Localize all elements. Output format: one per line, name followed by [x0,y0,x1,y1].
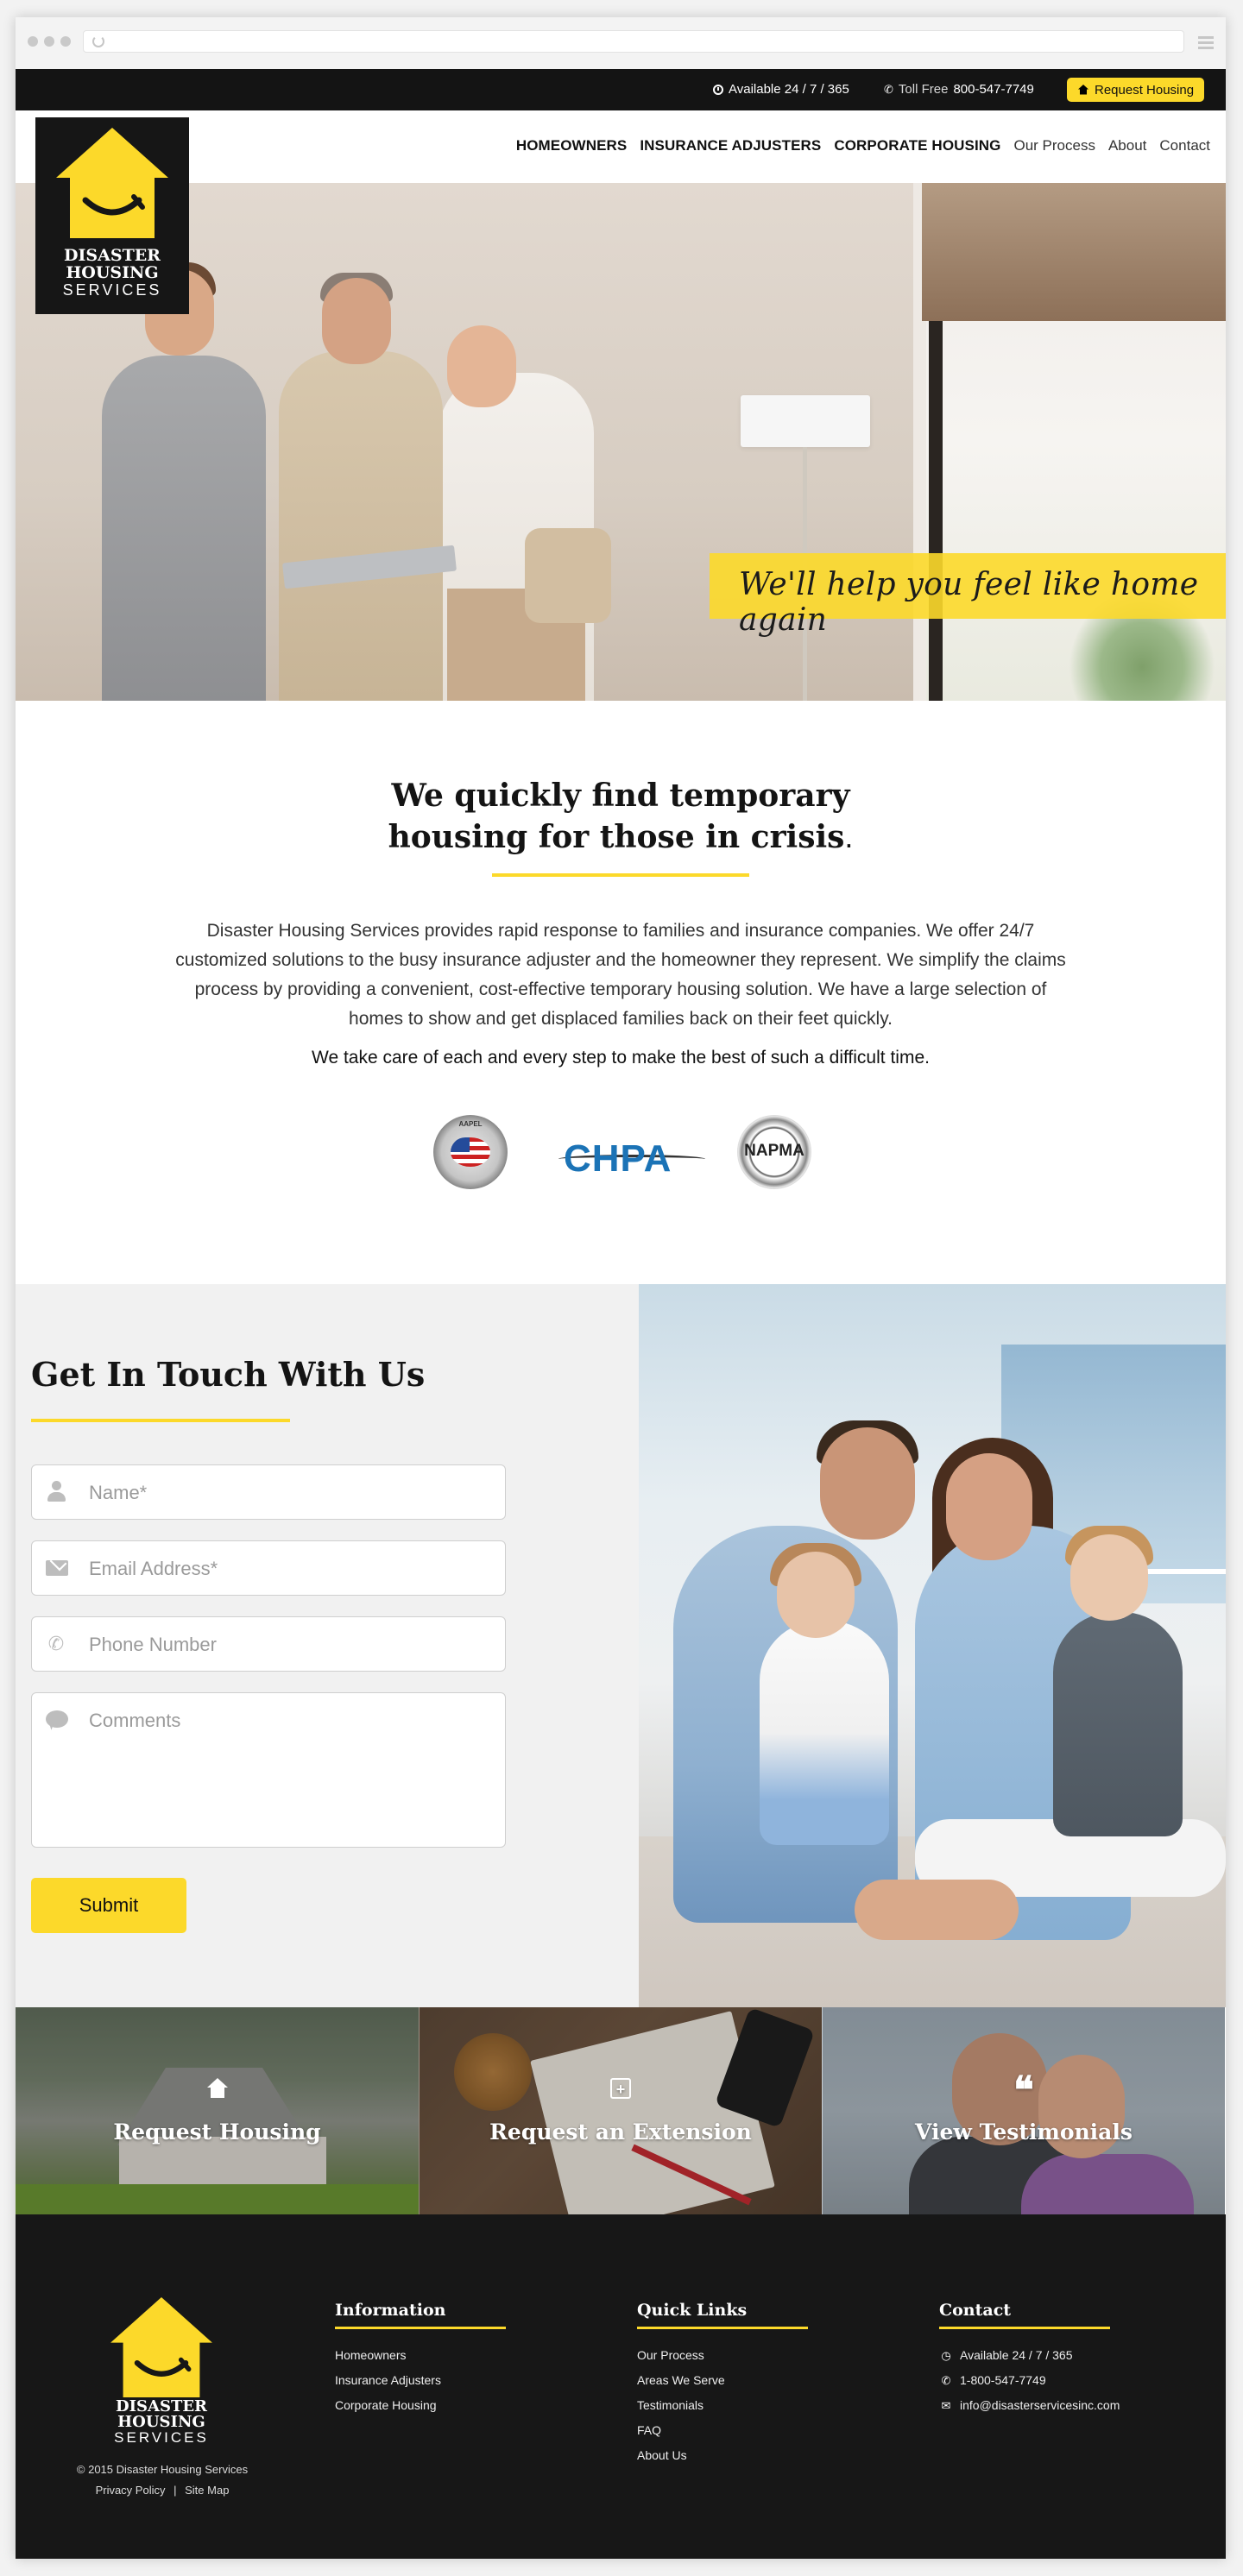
footer-logo-text: DISASTER HOUSING SERVICES [114,2397,209,2446]
phone-icon: ✆ [47,1633,65,1654]
site-logo[interactable]: DISASTER HOUSING SERVICES [35,117,189,314]
nav-about[interactable]: About [1108,137,1146,154]
phone-field[interactable]: ✆ Phone Number [31,1616,506,1672]
clock-icon: ◷ [941,2349,951,2362]
footer-quick-links: Quick Links Our Process Areas We Serve T… [637,2301,808,2468]
email-field[interactable]: Email Address* [31,1540,506,1596]
footer-link-faq[interactable]: FAQ [637,2418,808,2443]
hero-banner: We'll help you feel like home again [16,183,1226,701]
browser-chrome [16,17,1226,69]
name-field[interactable]: Name* [31,1464,506,1520]
footer-information: Information Homeowners Insurance Adjuste… [335,2301,506,2418]
aapel-badge: AAPEL [433,1115,508,1189]
comment-icon [46,1710,68,1728]
intro-heading: We quickly find temporary housing for th… [388,778,854,855]
nav-corporate-housing[interactable]: CORPORATE HOUSING [834,137,1000,154]
footer-link-insurance-adjusters[interactable]: Insurance Adjusters [335,2368,506,2393]
envelope-icon [46,1560,68,1576]
site-footer: DISASTER HOUSING SERVICES © 2015 Disaste… [16,2214,1226,2559]
home-icon [1078,85,1089,95]
main-nav: HOMEOWNERS INSURANCE ADJUSTERS CORPORATE… [516,137,1210,154]
availability-info: Available 24 / 7 / 365 [713,82,849,97]
affiliation-badges: AAPEL CHPA NAPMA [16,1115,1226,1193]
footer-link-our-process[interactable]: Our Process [637,2343,808,2368]
contact-underline [31,1419,290,1422]
nav-our-process[interactable]: Our Process [1013,137,1095,154]
contact-section: Get In Touch With Us Name* Email Address… [16,1284,639,2007]
footer-link-testimonials[interactable]: Testimonials [637,2393,808,2418]
hero-tagline: We'll help you feel like home again [710,553,1226,638]
family-photo [639,1284,1226,2007]
request-extension-tile[interactable]: Request an Extension [419,2007,822,2214]
top-bar: Available 24 / 7 / 365 ✆ Toll Free 800-5… [16,69,1226,110]
submit-button[interactable]: Submit [31,1878,186,1933]
footer-link-corporate-housing[interactable]: Corporate Housing [335,2393,506,2418]
reload-icon[interactable] [92,35,104,47]
napma-badge: NAPMA [737,1115,811,1189]
site-header: HOMEOWNERS INSURANCE ADJUSTERS CORPORATE… [16,110,1226,183]
nav-homeowners[interactable]: HOMEOWNERS [516,137,628,154]
footer-availability: ◷ Available 24 / 7 / 365 [939,2343,1120,2368]
agent-person [102,356,266,701]
phone-icon: ✆ [884,82,893,96]
footer-link-about-us[interactable]: About Us [637,2443,808,2468]
calendar-plus-icon [610,2078,631,2099]
menu-icon[interactable] [1198,36,1214,52]
view-testimonials-tile[interactable]: ❝ View Testimonials [822,2007,1225,2214]
footer-link-areas-we-serve[interactable]: Areas We Serve [637,2368,808,2393]
intro-description: Disaster Housing Services provides rapid… [175,921,1066,1029]
man-person [279,351,443,701]
house-smile-icon [56,128,168,238]
footer-phone[interactable]: ✆ 1-800-547-7749 [939,2368,1120,2393]
request-housing-tile[interactable]: Request Housing [16,2007,419,2214]
privacy-policy-link[interactable]: Privacy Policy [96,2484,166,2497]
user-icon [47,1481,66,1502]
quote-icon: ❝ [1013,2069,1034,2113]
browser-window: Available 24 / 7 / 365 ✆ Toll Free 800-5… [16,17,1226,2559]
window-blind [922,183,1226,321]
cta-tiles: Request Housing Request an Extension ❝ V… [16,2007,1226,2214]
footer-email[interactable]: ✉ info@disasterservicesinc.com [939,2393,1120,2418]
toll-free-phone[interactable]: ✆ Toll Free 800-547-7749 [884,82,1034,97]
site-map-link[interactable]: Site Map [185,2484,229,2497]
phone-icon: ✆ [941,2374,951,2387]
envelope-icon: ✉ [941,2399,951,2412]
footer-contact: Contact ◷ Available 24 / 7 / 365 ✆ 1-800… [939,2301,1120,2418]
nav-insurance-adjusters[interactable]: INSURANCE ADJUSTERS [640,137,821,154]
address-bar[interactable] [83,30,1184,53]
home-icon [206,2078,229,2099]
heading-underline [492,873,749,877]
us-flag-icon [451,1137,490,1167]
footer-link-homeowners[interactable]: Homeowners [335,2343,506,2368]
clock-icon [713,84,723,95]
footer-logo-icon[interactable] [110,2297,212,2397]
intro-emphasis: We take care of each and every step to m… [312,1048,930,1068]
copyright: © 2015 Disaster Housing Services Privacy… [76,2463,249,2497]
request-housing-button[interactable]: Request Housing [1067,78,1205,102]
contact-title: Get In Touch With Us [31,1355,426,1394]
window-controls[interactable] [28,36,71,47]
intro-section: We quickly find temporary housing for th… [16,701,1226,1284]
chpa-logo: CHPA [558,1132,705,1180]
comments-field[interactable]: Comments [31,1692,506,1848]
nav-contact[interactable]: Contact [1159,137,1210,154]
floor-lamp [741,395,870,447]
logo-text: DISASTER HOUSING SERVICES [62,246,162,299]
